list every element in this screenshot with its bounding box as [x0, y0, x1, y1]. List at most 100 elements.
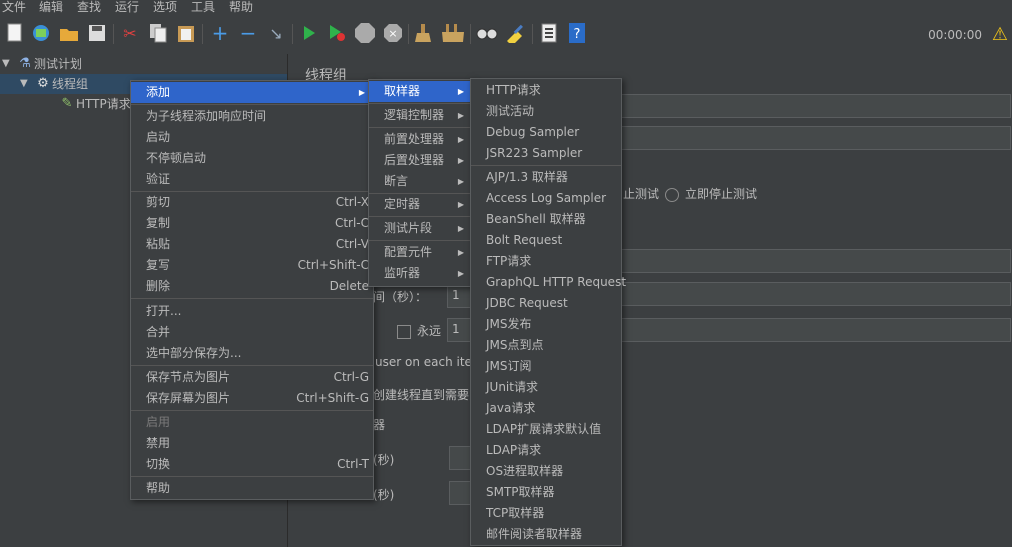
menu-help[interactable]: 帮助: [229, 0, 253, 16]
search-icon[interactable]: [476, 22, 498, 44]
menu-item-logic-controller[interactable]: 逻辑控制器 ▶: [369, 105, 472, 126]
clear-icon[interactable]: [414, 22, 436, 44]
duration-field[interactable]: [449, 446, 471, 470]
help-icon[interactable]: ?: [566, 22, 588, 44]
menu-item-start-no-pause[interactable]: 不停顿启动: [131, 148, 373, 169]
menu-item-sampler-option[interactable]: Access Log Sampler: [471, 188, 621, 209]
chevron-down-icon[interactable]: ▼: [2, 54, 16, 74]
menu-item-save-screen-image[interactable]: 保存屏幕为图片 Ctrl+Shift-G: [131, 388, 373, 409]
delay-thread-creation-label[interactable]: 创建线程直到需要: [373, 386, 469, 403]
reset-search-icon[interactable]: [504, 22, 526, 44]
open-icon[interactable]: [58, 22, 80, 44]
menu-item-post-processors[interactable]: 后置处理器 ▶: [369, 150, 472, 171]
menu-item-sampler-option[interactable]: JMS订阅: [471, 356, 621, 377]
menu-item-sampler-option[interactable]: BeanShell 取样器: [471, 209, 621, 230]
menu-item-assertions[interactable]: 断言 ▶: [369, 171, 472, 192]
stop-test-option[interactable]: 止测试: [623, 185, 659, 202]
menu-item-sampler-option[interactable]: Debug Sampler: [471, 122, 621, 143]
flask-icon: ⚗: [19, 56, 31, 71]
menu-item-pre-processors[interactable]: 前置处理器 ▶: [369, 129, 472, 150]
warning-icon[interactable]: ⚠: [992, 24, 1008, 45]
sampler-submenu: HTTP请求 测试活动 Debug Sampler JSR223 Sampler…: [470, 78, 626, 546]
menu-item-start[interactable]: 启动: [131, 127, 373, 148]
menu-item-sampler-option[interactable]: JMS发布: [471, 314, 621, 335]
menu-item-sampler-option[interactable]: JMS点到点: [471, 335, 621, 356]
comments-field[interactable]: [617, 126, 1011, 150]
name-field[interactable]: [617, 94, 1011, 118]
menu-item-sampler-option[interactable]: TCP取样器: [471, 503, 621, 524]
tree-node-thread-group[interactable]: ▼ ⚙ 线程组: [20, 74, 88, 94]
menu-item-config-element[interactable]: 配置元件 ▶: [369, 242, 472, 263]
menu-tools[interactable]: 工具: [191, 0, 215, 16]
loop-count-field[interactable]: 1: [447, 318, 471, 342]
copy-icon[interactable]: [147, 22, 169, 44]
function-helper-icon[interactable]: [538, 22, 560, 44]
menu-options[interactable]: 选项: [153, 0, 177, 16]
menu-search[interactable]: 查找: [77, 0, 101, 16]
menu-item-help[interactable]: 帮助: [131, 478, 373, 499]
menu-item-paste[interactable]: 粘贴 Ctrl-V: [131, 234, 373, 255]
scheduler-label[interactable]: 器: [373, 416, 385, 433]
new-icon[interactable]: [4, 22, 26, 44]
menu-item-duplicate[interactable]: 复写 Ctrl+Shift-C: [131, 255, 373, 276]
menu-run[interactable]: 运行: [115, 0, 139, 16]
clear-all-icon[interactable]: [442, 22, 464, 44]
menu-item-sampler-option[interactable]: Java请求: [471, 398, 621, 419]
paste-icon[interactable]: [175, 22, 197, 44]
menu-item-sampler-option[interactable]: LDAP请求: [471, 440, 621, 461]
menu-item-copy[interactable]: 复制 Ctrl-C: [131, 213, 373, 234]
ramp-up-field-ext[interactable]: [617, 282, 1011, 306]
menu-item-sampler-option[interactable]: HTTP请求: [471, 80, 621, 101]
menu-file[interactable]: 文件: [2, 0, 26, 16]
menu-item-add-think-time[interactable]: 为子线程添加响应时间: [131, 106, 373, 127]
menu-item-sampler-option[interactable]: OS进程取样器: [471, 461, 621, 482]
menu-item-sampler-option[interactable]: 测试活动: [471, 101, 621, 122]
toggle-icon[interactable]: ↘: [265, 22, 287, 44]
templates-icon[interactable]: [30, 22, 52, 44]
menu-item-cut[interactable]: 剪切 Ctrl-X: [131, 192, 373, 213]
svg-text:×: ×: [388, 27, 397, 40]
menu-item-sampler-option[interactable]: Bolt Request: [471, 230, 621, 251]
ramp-up-field[interactable]: 1: [447, 284, 471, 308]
menu-item-sampler-option[interactable]: LDAP扩展请求默认值: [471, 419, 621, 440]
menu-item-save-selection[interactable]: 选中部分保存为...: [131, 343, 373, 364]
menu-item-sampler-option[interactable]: GraphQL HTTP Request: [471, 272, 626, 293]
menu-item-sampler[interactable]: 取样器 ▶: [369, 81, 472, 102]
expand-icon[interactable]: +: [209, 21, 231, 45]
menu-item-delete[interactable]: 删除 Delete: [131, 276, 373, 297]
menu-item-timer[interactable]: 定时器 ▶: [369, 194, 472, 215]
threads-field[interactable]: [617, 249, 1011, 273]
stop-icon[interactable]: [354, 22, 376, 44]
loop-count-field-ext[interactable]: [617, 318, 1011, 342]
collapse-icon[interactable]: −: [237, 21, 259, 45]
save-icon[interactable]: [86, 22, 108, 44]
menu-item-sampler-option[interactable]: JDBC Request: [471, 293, 621, 314]
menu-edit[interactable]: 编辑: [39, 0, 63, 16]
shutdown-icon[interactable]: ×: [382, 22, 404, 44]
menu-item-validate[interactable]: 验证: [131, 169, 373, 190]
menu-item-sampler-option[interactable]: AJP/1.3 取样器: [471, 167, 621, 188]
menu-item-disable[interactable]: 禁用: [131, 433, 373, 454]
menu-item-toggle[interactable]: 切换 Ctrl-T: [131, 454, 373, 475]
tree-node-http-request[interactable]: ✎ HTTP请求: [58, 94, 131, 114]
elapsed-timer: 00:00:00: [928, 28, 982, 42]
menu-item-sampler-option[interactable]: FTP请求: [471, 251, 621, 272]
loop-forever-checkbox[interactable]: 永远: [397, 322, 441, 339]
menu-item-merge[interactable]: 合并: [131, 322, 373, 343]
menu-item-sampler-option[interactable]: JSR223 Sampler: [471, 143, 621, 164]
cut-icon[interactable]: ✂: [119, 22, 141, 44]
menu-item-save-node-image[interactable]: 保存节点为图片 Ctrl-G: [131, 367, 373, 388]
stop-test-now-radio[interactable]: 立即停止测试: [665, 185, 757, 202]
menu-item-open[interactable]: 打开...: [131, 301, 373, 322]
start-icon[interactable]: [298, 22, 320, 44]
tree-node-test-plan[interactable]: ▼ ⚗ 测试计划: [2, 54, 82, 74]
menu-item-listener[interactable]: 监听器 ▶: [369, 263, 472, 284]
menu-item-sampler-option[interactable]: SMTP取样器: [471, 482, 621, 503]
menu-item-sampler-option[interactable]: JUnit请求: [471, 377, 621, 398]
menu-item-test-fragment[interactable]: 测试片段 ▶: [369, 218, 472, 239]
chevron-down-icon[interactable]: ▼: [20, 74, 34, 94]
startup-delay-field[interactable]: [449, 481, 471, 505]
menu-item-add[interactable]: 添加 ▶: [131, 82, 373, 103]
start-no-pause-icon[interactable]: [326, 22, 348, 44]
menu-item-sampler-option[interactable]: 邮件阅读者取样器: [471, 524, 621, 545]
